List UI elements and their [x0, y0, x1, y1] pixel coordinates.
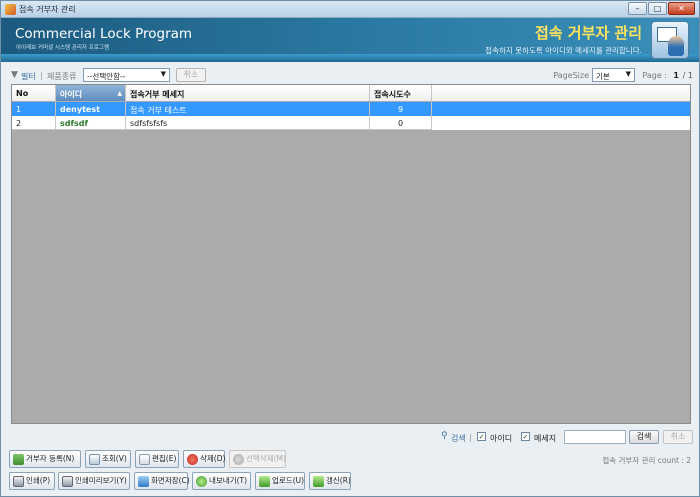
edit-label: 편집(E) — [152, 454, 177, 463]
page-description: 접속하지 못하도록 아이디와 메세지를 관리합니다. — [485, 46, 642, 55]
export-label: 내보내기(T) — [209, 476, 248, 485]
presenter-icon — [651, 21, 689, 59]
cell-no: 1 — [12, 102, 56, 116]
filter-link[interactable]: 필터 — [21, 71, 36, 82]
view-icon — [89, 454, 100, 465]
refresh-button[interactable]: 갱신(R) — [309, 472, 351, 490]
edit-button[interactable]: 편집(E) — [135, 450, 179, 468]
column-header-message[interactable]: 접속거부 메세지 — [126, 85, 370, 101]
cell-attempts: 9 — [370, 102, 432, 116]
deny-list-grid: No 아이디 ▲ 접속거부 메세지 접속시도수 1 denytest 접속 거부… — [11, 84, 691, 424]
refresh-label: 갱신(R) — [326, 476, 351, 485]
pagesize-label: PageSize — [553, 71, 589, 80]
view-button[interactable]: 조회(V) — [85, 450, 131, 468]
delete-selected-label: 선택삭제(M) — [246, 454, 286, 463]
maximize-button[interactable]: □ — [648, 2, 667, 15]
delete-button[interactable]: 삭제(D) — [183, 450, 225, 468]
chevron-down-icon: ▼ — [625, 70, 631, 78]
print-preview-button[interactable]: 인쇄미리보기(Y) — [58, 472, 130, 490]
screen-icon — [138, 476, 149, 487]
search-input[interactable] — [564, 430, 626, 444]
close-button[interactable]: ✕ — [668, 2, 695, 15]
refresh-icon — [313, 476, 324, 487]
print-preview-icon — [62, 476, 73, 487]
export-button[interactable]: 내보내기(T) — [192, 472, 251, 490]
cell-attempts: 0 — [370, 116, 432, 130]
table-row[interactable]: 1 denytest 접속 거부 테스트 9 — [12, 102, 690, 116]
delete-selected-icon — [233, 454, 244, 465]
page-total: / 1 — [682, 71, 693, 80]
message-checkbox[interactable]: ✓ — [521, 432, 530, 441]
print-preview-label: 인쇄미리보기(Y) — [75, 476, 127, 485]
window-controls: – □ ✕ — [628, 2, 695, 15]
output-toolbar: 인쇄(P) 인쇄미리보기(Y) 화면저장(C) 내보내기(T) 업로드(U) 갱… — [9, 472, 695, 491]
sort-icon: ▲ — [117, 90, 122, 97]
filter-cancel-button[interactable]: 취소 — [176, 68, 206, 82]
view-label: 조회(V) — [102, 454, 127, 463]
minimize-button[interactable]: – — [628, 2, 647, 15]
id-checkbox-label: 아이디 — [490, 434, 513, 443]
separator: | — [469, 433, 472, 442]
page-current: 1 — [673, 71, 679, 80]
page-title: 접속 거부자 관리 — [534, 24, 642, 42]
binoculars-icon: ⚲ — [441, 431, 448, 441]
page-label: Page : — [642, 71, 667, 80]
add-user-icon — [13, 454, 24, 465]
column-header-id-label: 아이디 — [60, 90, 83, 99]
upload-icon — [259, 476, 270, 487]
cell-id: sdfsdf — [56, 116, 126, 130]
search-button[interactable]: 검색 — [629, 430, 659, 444]
save-screen-label: 화면저장(C) — [151, 476, 190, 485]
product-kind-select[interactable]: --선택안함-- ▼ — [83, 68, 170, 82]
edit-icon — [139, 454, 150, 465]
add-deny-user-button[interactable]: 거부자 등록(N) — [9, 450, 81, 468]
column-header-attempts[interactable]: 접속시도수 — [370, 85, 432, 101]
window-title: 접속 거부자 관리 — [19, 5, 76, 14]
search-bar: ⚲ 검색 | ✓ 아이디 ✓ 메세지 검색 취소 — [7, 429, 695, 445]
product-kind-value: --선택안함-- — [87, 72, 126, 81]
filter-bar: ▼ 필터 | 제품종류 --선택안함-- ▼ 취소 PageSize 기본 ▼ … — [7, 67, 695, 83]
cell-message: 접속 거부 테스트 — [126, 102, 370, 116]
column-header-id[interactable]: 아이디 ▲ — [56, 85, 126, 101]
add-deny-user-label: 거부자 등록(N) — [26, 454, 75, 463]
id-checkbox[interactable]: ✓ — [477, 432, 486, 441]
program-name: Commercial Lock Program — [15, 26, 193, 42]
title-bar: 접속 거부자 관리 – □ ✕ — [1, 1, 699, 18]
cell-no: 2 — [12, 116, 56, 130]
header-banner: Commercial Lock Program 아이레보 커머셜 시스템 관리자… — [1, 18, 699, 62]
delete-selected-button[interactable]: 선택삭제(M) — [229, 450, 286, 468]
cell-message: sdfsfsfsfs — [126, 116, 370, 130]
search-cancel-button[interactable]: 취소 — [663, 430, 693, 444]
search-label: 검색 — [451, 434, 466, 443]
app-icon — [5, 4, 16, 15]
record-count: 접속 거부자 관리 count : 2 — [602, 456, 691, 465]
column-header-no[interactable]: No — [12, 85, 56, 101]
action-toolbar: 거부자 등록(N) 조회(V) 편집(E) 삭제(D) 선택삭제(M) 접속 거… — [9, 450, 695, 469]
save-screen-button[interactable]: 화면저장(C) — [134, 472, 190, 490]
app-window: 접속 거부자 관리 – □ ✕ Commercial Lock Program … — [0, 0, 700, 497]
table-row[interactable]: 2 sdfsdf sdfsfsfsfs 0 — [12, 116, 690, 130]
filter-icon: ▼ — [11, 70, 18, 80]
print-button[interactable]: 인쇄(P) — [9, 472, 55, 490]
upload-button[interactable]: 업로드(U) — [255, 472, 305, 490]
pagesize-value: 기본 — [596, 72, 610, 81]
printer-icon — [13, 476, 24, 487]
chevron-down-icon: ▼ — [160, 70, 166, 78]
upload-label: 업로드(U) — [272, 476, 305, 485]
print-label: 인쇄(P) — [26, 476, 51, 485]
pagesize-select[interactable]: 기본 ▼ — [592, 68, 635, 82]
person-icon — [668, 36, 684, 56]
delete-label: 삭제(D) — [200, 454, 226, 463]
column-header-filler — [432, 85, 690, 101]
separator: | — [40, 71, 43, 80]
export-icon — [196, 476, 207, 487]
program-subtitle: 아이레보 커머셜 시스템 관리자 프로그램 — [16, 45, 110, 51]
product-kind-label: 제품종류 — [47, 72, 77, 81]
delete-icon — [187, 454, 198, 465]
cell-id: denytest — [56, 102, 126, 116]
grid-header: No 아이디 ▲ 접속거부 메세지 접속시도수 — [12, 85, 690, 101]
message-checkbox-label: 메세지 — [534, 434, 557, 443]
